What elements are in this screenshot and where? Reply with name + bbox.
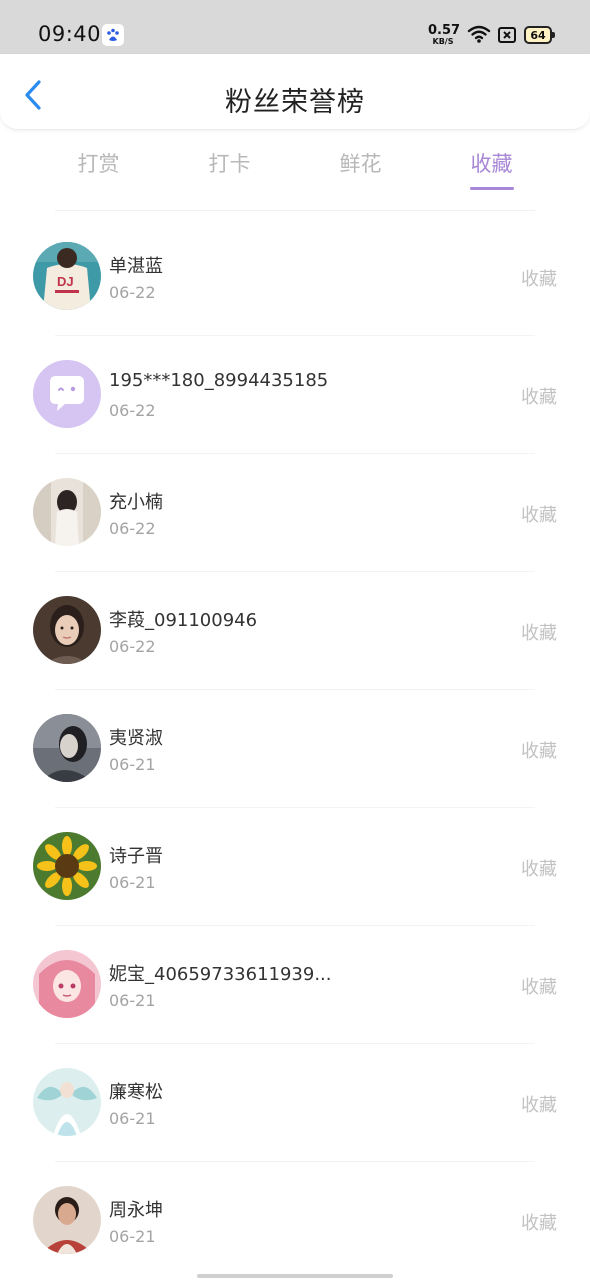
action-label: 收藏: [521, 387, 557, 408]
fan-date: 06-22: [109, 519, 156, 538]
avatar[interactable]: [33, 596, 101, 664]
list-item[interactable]: 妮宝_40659733611939... 06-21 收藏: [0, 926, 590, 1044]
avatar[interactable]: DJ: [33, 242, 101, 310]
list-item[interactable]: 充小楠 06-22 收藏: [0, 454, 590, 572]
action-label: 收藏: [521, 741, 557, 762]
avatar[interactable]: [33, 950, 101, 1018]
list-item[interactable]: 夷贤淑 06-21 收藏: [0, 690, 590, 808]
fan-name: 夷贤淑: [109, 728, 163, 749]
fan-date: 06-21: [109, 991, 156, 1010]
status-time: 09:40: [38, 22, 102, 46]
list-item[interactable]: 李葮_091100946 06-22 收藏: [0, 572, 590, 690]
tab-checkin[interactable]: 打卡: [164, 140, 295, 196]
fan-name: 195***180_8994435185: [109, 370, 329, 391]
fan-date: 06-21: [109, 755, 156, 774]
fan-date: 06-22: [109, 283, 156, 302]
home-indicator[interactable]: [197, 1274, 393, 1278]
network-speed-unit: KB/S: [432, 37, 454, 46]
sim-card-icon: [498, 27, 516, 47]
fan-name: 妮宝_40659733611939...: [109, 964, 332, 985]
avatar[interactable]: [33, 832, 101, 900]
avatar[interactable]: [33, 1186, 101, 1254]
fan-name: 李葮_091100946: [109, 610, 258, 631]
battery-indicator: 64: [524, 26, 555, 44]
action-label: 收藏: [521, 623, 557, 644]
avatar[interactable]: [33, 478, 101, 546]
network-speed-value: 0.57: [428, 23, 461, 38]
fan-date: 06-22: [109, 401, 156, 420]
avatar[interactable]: [33, 714, 101, 782]
action-label: 收藏: [521, 859, 557, 880]
fan-date: 06-22: [109, 637, 156, 656]
avatar[interactable]: [33, 1068, 101, 1136]
wifi-icon: [467, 24, 491, 48]
svg-text:DJ: DJ: [57, 274, 74, 289]
fan-date: 06-21: [109, 1227, 156, 1246]
action-label: 收藏: [521, 977, 557, 998]
tab-bar: 打赏 打卡 鲜花 收藏: [33, 140, 557, 196]
action-label: 收藏: [521, 1095, 557, 1116]
list-item[interactable]: 诗子晋 06-21 收藏: [0, 808, 590, 926]
fan-list: DJ 单湛蓝 06-22 收藏 195***180_8994435185 06-…: [0, 218, 590, 1280]
baidu-app-icon: [102, 24, 124, 46]
fan-name: 周永坤: [109, 1200, 163, 1221]
list-item[interactable]: DJ 单湛蓝 06-22 收藏: [0, 218, 590, 336]
avatar[interactable]: [33, 360, 101, 428]
page-title: 粉丝荣誉榜: [225, 87, 365, 118]
tab-divider: [55, 210, 535, 211]
list-item[interactable]: 廉寒松 06-21 收藏: [0, 1044, 590, 1162]
list-item[interactable]: 195***180_8994435185 06-22 收藏: [0, 336, 590, 454]
fan-date: 06-21: [109, 873, 156, 892]
fan-name: 廉寒松: [109, 1082, 163, 1103]
fan-date: 06-21: [109, 1109, 156, 1128]
action-label: 收藏: [521, 1213, 557, 1234]
tab-favorites[interactable]: 收藏: [426, 140, 557, 196]
fan-name: 单湛蓝: [109, 256, 163, 277]
action-label: 收藏: [521, 269, 557, 290]
tab-tip[interactable]: 打赏: [33, 140, 164, 196]
tab-flowers[interactable]: 鲜花: [295, 140, 426, 196]
fan-name: 充小楠: [109, 492, 163, 513]
list-item[interactable]: 周永坤 06-21 收藏: [0, 1162, 590, 1280]
action-label: 收藏: [521, 505, 557, 526]
header-bar: 粉丝荣誉榜: [0, 54, 590, 130]
network-speed: 0.57 KB/S: [428, 23, 461, 46]
fan-name: 诗子晋: [109, 846, 163, 867]
